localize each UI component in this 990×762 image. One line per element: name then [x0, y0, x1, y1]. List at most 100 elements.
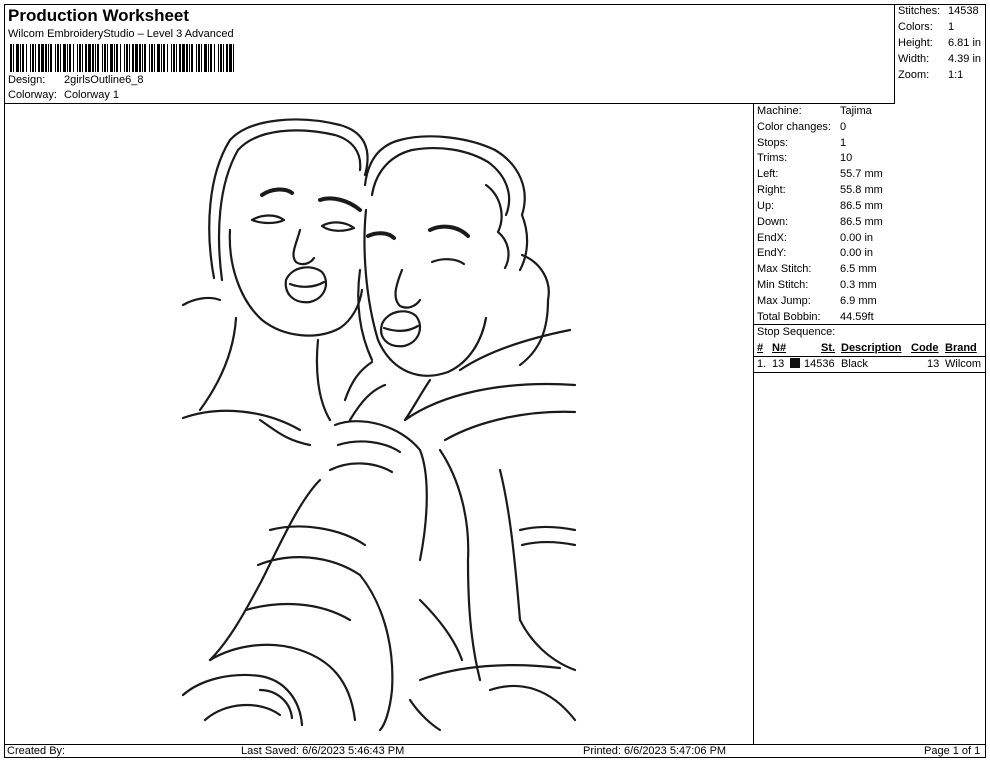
info-label-machine: Machine: [757, 105, 802, 117]
right-girl-eye-right [430, 258, 466, 266]
right-girl-hair-curl [484, 183, 510, 270]
hair-strand [343, 360, 374, 402]
col-header-brand: Brand [945, 342, 977, 354]
info-label-endy: EndY: [757, 247, 787, 259]
sleeve-fold-3 [244, 602, 352, 622]
info-value-endx: 0.00 in [840, 232, 874, 244]
stop-row-stitches: 14536 [804, 358, 835, 370]
left-girl-nose [292, 228, 316, 266]
sleeve-fold-2 [256, 556, 362, 577]
info-label-stops: Stops: [757, 137, 789, 149]
hair-strand-2 [348, 383, 387, 422]
worksheet-header: Production Worksheet Wilcom EmbroiderySt… [4, 4, 895, 104]
left-girl-shirt [258, 418, 312, 447]
stop-sequence-title: Stop Sequence: [757, 326, 836, 338]
summary-value-width: 4.39 in [948, 53, 982, 65]
machine-info-panel: Machine: Tajima Color changes: 0 Stops: … [753, 104, 986, 744]
summary-label-height: Height: [898, 37, 933, 49]
stop-row-brand: Wilcom [945, 358, 982, 370]
page-title: Production Worksheet [8, 6, 190, 25]
col-header-number: # [757, 342, 764, 354]
software-subtitle: Wilcom EmbroideryStudio – Level 3 Advanc… [8, 28, 234, 40]
arm-fold-2 [328, 462, 394, 474]
info-value-max-stitch: 6.5 mm [840, 263, 877, 275]
summary-value-height: 6.81 in [948, 37, 982, 49]
info-label-right: Right: [757, 184, 786, 196]
footer-created-by: Created By: [7, 745, 66, 757]
colorway-value: Colorway 1 [64, 89, 120, 101]
jacket-hem [518, 618, 577, 672]
info-label-down: Down: [757, 216, 789, 228]
right-girl-nose [394, 268, 422, 309]
summary-label-zoom: Zoom: [898, 69, 930, 81]
info-label-up: Up: [757, 200, 775, 212]
stop-table-row-divider [753, 372, 986, 373]
jacket-bottom [418, 664, 562, 682]
info-label-left: Left: [757, 168, 779, 180]
info-label-endx: EndX: [757, 232, 787, 244]
embroidery-design-preview [181, 118, 577, 732]
info-value-endy: 0.00 in [840, 247, 874, 259]
stop-row-code: 13 [927, 358, 940, 370]
right-girl-brow-right [428, 224, 470, 238]
info-value-right: 55.8 mm [840, 184, 883, 196]
info-label-max-stitch: Max Stitch: [757, 263, 812, 275]
info-value-down: 86.5 mm [840, 216, 883, 228]
col-header-needle: N# [772, 342, 787, 354]
right-girl-hair-inner [370, 147, 511, 217]
info-value-total-bobbin: 44.59ft [840, 311, 874, 323]
info-value-color-changes: 0 [840, 121, 847, 133]
stop-table-header-divider [753, 356, 986, 357]
worksheet-footer: Created By: Last Saved: 6/6/2023 5:46:43… [4, 744, 986, 758]
right-girl-hood [518, 253, 550, 367]
jacket-pocket [518, 525, 577, 532]
jacket-edge [498, 468, 522, 622]
colorway-label: Colorway: [8, 89, 57, 101]
info-label-color-changes: Color changes: [757, 121, 831, 133]
sleeve-lower [358, 573, 394, 732]
hand-palm [258, 688, 294, 720]
left-girl-shoulder [181, 409, 302, 432]
design-label: Design: [8, 74, 46, 86]
info-value-min-stitch: 0.3 mm [840, 279, 877, 291]
arm-outline [208, 478, 322, 662]
left-girl-collar [181, 296, 222, 307]
right-girl-brow-left [366, 231, 396, 240]
info-label-total-bobbin: Total Bobbin: [757, 311, 821, 323]
design-row: Design: 2girlsOutline6_8 [8, 74, 144, 86]
neck-right [403, 378, 432, 422]
jacket-lower [418, 598, 464, 662]
footer-page-number: Page 1 of 1 [924, 745, 981, 757]
summary-value-zoom: 1:1 [948, 69, 964, 81]
footer-last-saved: Last Saved: 6/6/2023 5:46:43 PM [241, 745, 405, 757]
right-girl-shoulder-inner [443, 410, 577, 442]
left-girl-eye-right [320, 221, 356, 232]
summary-label-colors: Colors: [898, 21, 933, 33]
info-value-machine: Tajima [840, 105, 872, 117]
col-header-stitches: St. [821, 342, 836, 354]
col-header-description: Description [841, 342, 902, 354]
col-header-code: Code [911, 342, 939, 354]
summary-panel: Stitches: 14538 Colors: 1 Height: 6.81 i… [895, 4, 986, 84]
design-value: 2girlsOutline6_8 [64, 74, 144, 86]
left-girl-brow-right [318, 196, 362, 212]
info-value-left: 55.7 mm [840, 168, 883, 180]
summary-value-colors: 1 [948, 21, 955, 33]
info-label-max-jump: Max Jump: [757, 295, 811, 307]
info-value-stops: 1 [840, 137, 847, 149]
stop-row-color-swatch [790, 358, 800, 370]
summary-label-width: Width: [898, 53, 930, 65]
jacket-bottom-2 [488, 684, 577, 722]
right-girl-hair-outline [363, 135, 529, 272]
left-girl-eye-left [250, 214, 286, 225]
stop-row-needle: 13 [772, 358, 785, 370]
stop-row-number: 1. [757, 358, 767, 370]
left-girl-hair-inner [217, 129, 362, 282]
barcode [10, 44, 234, 72]
jacket-pocket-2 [520, 540, 577, 547]
left-girl-neck [198, 316, 238, 412]
jacket-zip [438, 448, 482, 682]
hand-finger [203, 703, 282, 722]
summary-value-stitches: 14538 [948, 5, 979, 17]
info-value-up: 86.5 mm [840, 200, 883, 212]
